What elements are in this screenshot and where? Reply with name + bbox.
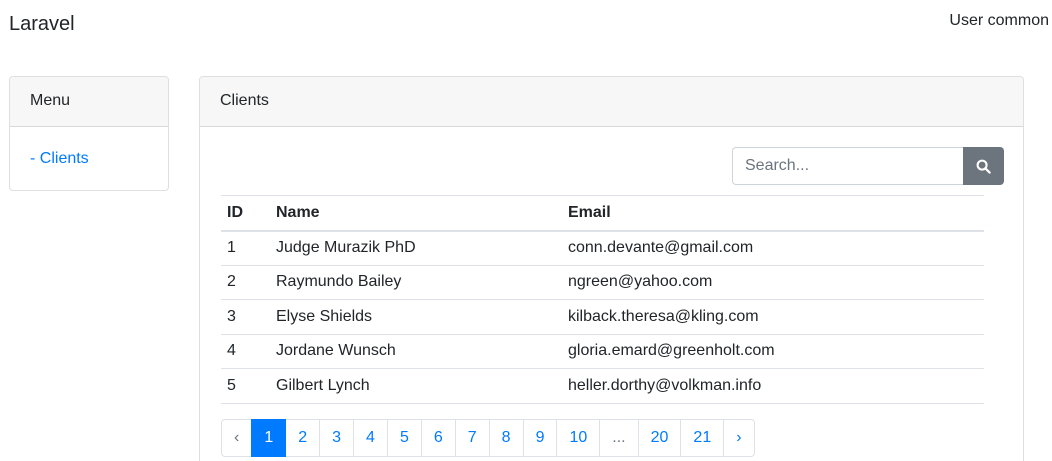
- header-name[interactable]: Name: [270, 195, 562, 232]
- header-id[interactable]: ID: [221, 195, 270, 232]
- search-input[interactable]: [732, 147, 963, 185]
- table-row[interactable]: 5 Gilbert Lynch heller.dorthy@volkman.in…: [221, 368, 984, 404]
- cell-email: gloria.emard@greenholt.com: [562, 334, 984, 369]
- navbar-brand[interactable]: Laravel: [9, 13, 75, 36]
- cell-email: conn.devante@gmail.com: [562, 230, 984, 266]
- cell-email: heller.dorthy@volkman.info: [562, 368, 984, 404]
- clients-card-title: Clients: [200, 77, 1023, 127]
- header-email[interactable]: Email: [562, 195, 984, 232]
- pagination-prev[interactable]: ‹: [221, 419, 253, 457]
- page-10[interactable]: 10: [556, 419, 601, 457]
- cell-id: 5: [221, 368, 270, 404]
- clients-card: Clients ID Name Email 1 Judge Murazik Ph…: [199, 76, 1024, 461]
- search-icon: [976, 159, 991, 174]
- sidebar-menu-body: - Clients: [10, 127, 168, 190]
- table-row[interactable]: 3 Elyse Shields kilback.theresa@kling.co…: [221, 299, 984, 335]
- search-group: [732, 147, 1004, 185]
- page-9[interactable]: 9: [522, 419, 558, 457]
- page-ellipsis: ...: [599, 419, 639, 457]
- cell-name: Gilbert Lynch: [270, 368, 562, 404]
- cell-email: kilback.theresa@kling.com: [562, 299, 984, 335]
- cell-name: Judge Murazik PhD: [270, 230, 562, 266]
- clients-table: ID Name Email 1 Judge Murazik PhD conn.d…: [221, 195, 984, 404]
- cell-name: Raymundo Bailey: [270, 265, 562, 300]
- cell-name: Elyse Shields: [270, 299, 562, 335]
- user-menu[interactable]: User common: [949, 12, 1049, 30]
- cell-email: ngreen@yahoo.com: [562, 265, 984, 300]
- page-6[interactable]: 6: [420, 419, 456, 457]
- page-20[interactable]: 20: [637, 419, 682, 457]
- page-2[interactable]: 2: [285, 419, 321, 457]
- page-4[interactable]: 4: [353, 419, 388, 457]
- cell-name: Jordane Wunsch: [270, 334, 562, 369]
- cell-id: 2: [221, 265, 270, 300]
- page-3[interactable]: 3: [319, 419, 355, 457]
- table-row[interactable]: 1 Judge Murazik PhD conn.devante@gmail.c…: [221, 230, 984, 266]
- search-button[interactable]: [963, 147, 1004, 185]
- sidebar-menu-card: Menu - Clients: [9, 76, 169, 191]
- page-1[interactable]: 1: [251, 419, 287, 457]
- pagination: ‹ 1 2 3 4 5 6 7 8 9 10 ... 20 21 ›: [221, 419, 755, 457]
- pagination-next[interactable]: ›: [723, 419, 755, 457]
- page-7[interactable]: 7: [454, 419, 490, 457]
- cell-id: 3: [221, 299, 270, 335]
- table-row[interactable]: 2 Raymundo Bailey ngreen@yahoo.com: [221, 265, 984, 300]
- cell-id: 4: [221, 334, 270, 369]
- sidebar-item-clients[interactable]: - Clients: [30, 150, 89, 167]
- page-5[interactable]: 5: [386, 419, 422, 457]
- page-8[interactable]: 8: [488, 419, 524, 457]
- table-header-row: ID Name Email: [221, 195, 984, 232]
- sidebar-menu-title: Menu: [10, 77, 168, 127]
- cell-id: 1: [221, 230, 270, 266]
- table-row[interactable]: 4 Jordane Wunsch gloria.emard@greenholt.…: [221, 334, 984, 369]
- page-21[interactable]: 21: [680, 419, 725, 457]
